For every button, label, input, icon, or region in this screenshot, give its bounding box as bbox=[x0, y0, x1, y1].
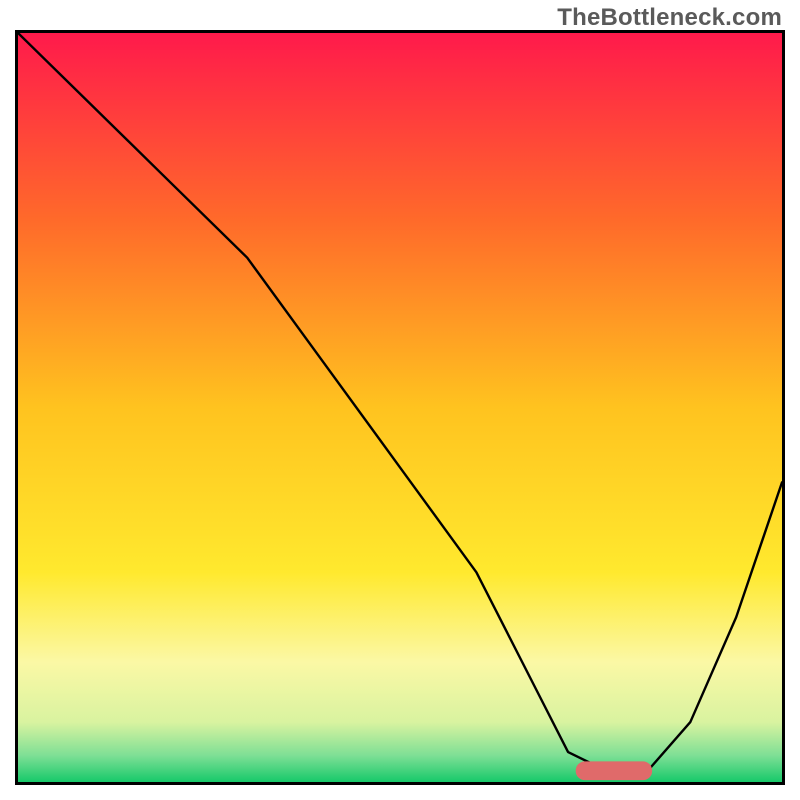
chart-container: TheBottleneck.com bbox=[0, 0, 800, 800]
chart-svg bbox=[18, 33, 782, 782]
watermark-text: TheBottleneck.com bbox=[557, 4, 782, 32]
plot-area bbox=[15, 30, 785, 785]
optimal-range-marker bbox=[576, 761, 652, 780]
